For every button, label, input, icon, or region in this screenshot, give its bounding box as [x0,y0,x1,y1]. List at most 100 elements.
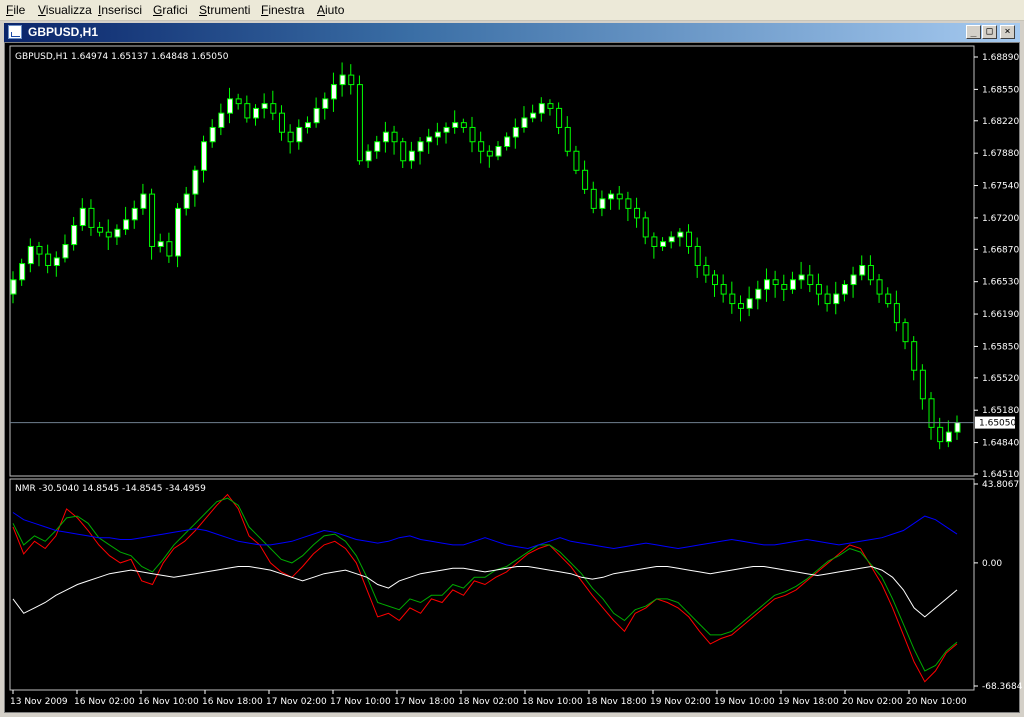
candle-body-bear [885,293,892,305]
candle-body-bull [71,225,78,246]
candle-body-bull [452,122,459,128]
time-axis-label: 20 Nov 10:00 [906,697,967,707]
price-axis-label: 1.68220 [982,117,1019,127]
candle-body-bear [149,193,156,247]
candle-body-bull [850,274,857,286]
candle-body-bear [270,103,277,114]
candle-body-bull [763,279,770,290]
candle-body-bear [356,84,363,162]
candle-body-bear [876,279,883,295]
price-axis-label: 1.67540 [982,182,1019,192]
indicator-axis-label: 43.8067 [982,480,1019,490]
candle-body-bear [573,150,580,171]
candle-body-bear [166,241,173,257]
candle-body-bull [365,150,372,162]
candle-body-bull [538,103,545,114]
candle-body-bull [79,207,86,227]
candle-body-bull [841,284,848,295]
candle-body-bear [720,284,727,295]
candle-body-bull [945,431,952,443]
price-axis-label: 1.65180 [982,406,1019,416]
candle-body-bull [426,136,433,143]
candle-body-bear [616,193,623,200]
candle-body-bear [902,322,909,343]
indicator-panel-border [9,478,975,691]
candle-body-bull [660,241,667,247]
candle-body-bull [261,103,268,109]
candle-body-bear [824,293,831,305]
candle-body-bear [478,141,485,152]
candle-body-bear [348,74,355,86]
candle-body-bull [677,231,684,238]
candle-body-bull [10,279,17,295]
candle-body-bull [417,141,424,152]
candle-body-bear [278,112,285,133]
candle-body-bull [296,126,303,143]
time-axis-label: 19 Nov 18:00 [778,697,839,707]
candle-body-bull [114,228,121,238]
candle-body-bull [495,145,502,157]
candle-body-bull [443,126,450,133]
candle-body-bear [703,265,710,276]
time-axis-label: 18 Nov 10:00 [522,697,583,707]
candle-body-bear [97,226,104,233]
price-axis-label: 1.67200 [982,214,1019,224]
candle-body-bear [634,207,641,219]
candle-body-bear [469,126,476,143]
candle-body-bull [175,207,182,257]
indicator-axis-label: -68.3684 [982,682,1023,692]
candle-body-bull [209,126,216,143]
candle-body-bull [53,257,60,267]
candle-body-bear [815,284,822,295]
time-axis-label: 13 Nov 2009 [10,697,68,707]
candle-body-bull [252,107,259,119]
time-axis-label: 16 Nov 10:00 [138,697,199,707]
candle-body-bear [729,293,736,305]
candle-body-bear [88,207,95,228]
indicator-axis-label: 0.00 [982,559,1002,569]
candle-body-bull [608,193,615,200]
price-axis-label: 1.67880 [982,149,1019,159]
price-axis-label: 1.66530 [982,278,1019,288]
candle-body-bull [599,198,606,209]
candle-body-bull [408,150,415,162]
candle-body-bear [937,426,944,443]
candle-body-bull [755,288,762,300]
time-axis-label: 18 Nov 02:00 [458,697,519,707]
candle-body-bull [183,193,190,209]
candle-body-bear [547,103,554,109]
candle-body-bear [287,131,294,143]
candle-body-bull [330,84,337,100]
time-axis-label: 19 Nov 02:00 [650,697,711,707]
candle-body-bear [244,103,251,119]
candle-body-bear [625,198,632,209]
candle-body-bull [157,241,164,247]
candle-body-bull [798,274,805,281]
candle-body-bull [304,122,311,128]
time-axis-label: 20 Nov 02:00 [842,697,903,707]
candle-body-bear [590,188,597,209]
candle-body-bull [530,112,537,119]
candle-body-bull [374,141,381,152]
candle-body-bear [737,303,744,309]
candle-body-bear [400,141,407,162]
candle-body-bull [62,244,69,259]
candle-body-bear [45,253,52,267]
time-axis-label: 17 Nov 02:00 [266,697,327,707]
price-axis-label: 1.68890 [982,53,1019,63]
indicator-panel-header: NMR -30.5040 14.8545 -14.8545 -34.4959 [15,484,206,494]
candle-body-bull [512,126,519,138]
candle-body-bull [27,245,34,265]
time-axis-label: 18 Nov 18:00 [586,697,647,707]
candle-body-bull [339,74,346,86]
price-axis-label: 1.66870 [982,245,1019,255]
candle-body-bear [460,122,467,128]
time-axis-label: 16 Nov 18:00 [202,697,263,707]
candle-body-bull [668,236,675,243]
candle-body-bear [105,231,112,238]
candle-body-bear [486,150,493,157]
candle-body-bear [582,169,589,190]
chart-canvas[interactable]: 1.68890 1.68550 1.68220 1.67880 1.67540 1.672… [0,0,1024,717]
candle-body-bear [36,245,43,255]
candle-body-bull [227,98,234,114]
